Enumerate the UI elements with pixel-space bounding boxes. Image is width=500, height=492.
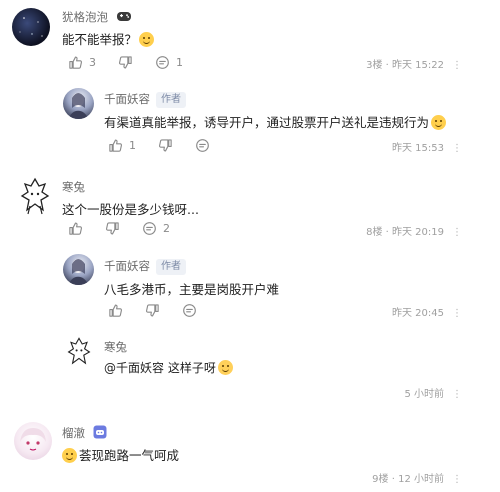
comment-meta: 5 小时前 ⋮ xyxy=(404,385,462,400)
comment-text: @千面妖容 这样子呀 xyxy=(104,359,233,376)
avatar[interactable] xyxy=(63,88,94,119)
avatar[interactable] xyxy=(14,422,52,460)
username-label[interactable]: 千面妖容 xyxy=(104,92,150,106)
thumb-down-icon xyxy=(145,303,160,318)
username-label[interactable]: 千面妖容 xyxy=(104,259,150,273)
floor-number: 3楼 xyxy=(366,60,383,71)
like-button[interactable]: 3 xyxy=(68,55,96,70)
author-tag: 作者 xyxy=(156,258,186,275)
avatar[interactable] xyxy=(20,176,50,216)
username[interactable]: 千面妖容 作者 xyxy=(104,91,186,108)
comment-text: 有渠道真能举报，诱导开户，通过股票开户送礼是违规行为 xyxy=(104,112,447,131)
comment-bubble-icon xyxy=(195,138,210,153)
comment-meta: 9楼 · 12 小时前 ⋮ xyxy=(372,474,462,485)
username[interactable]: 犹格泡泡 xyxy=(62,9,132,26)
comment-text: 八毛多港币，主要是岗股开户难 xyxy=(104,279,279,298)
thumb-up-icon xyxy=(68,221,83,236)
author-tag: 作者 xyxy=(156,91,186,108)
thumb-up-icon xyxy=(108,303,123,318)
reply-button[interactable]: 2 xyxy=(142,221,170,236)
thumb-up-icon xyxy=(108,138,123,153)
avatar[interactable] xyxy=(12,8,50,46)
comment-time: 昨天 15:53 xyxy=(392,143,444,154)
comment-text: 荟现跑路一气呵成 xyxy=(62,445,179,464)
username[interactable]: 寒兔 xyxy=(62,179,85,195)
reply-item: 千面妖容 作者 八毛多港币，主要是岗股开户难 昨天 20:45 ⋮ xyxy=(0,248,500,323)
reply-item: 寒兔 @千面妖容 这样子呀 5 小时前 ⋮ xyxy=(0,330,500,405)
more-menu-icon[interactable]: ⋮ xyxy=(452,60,462,71)
user-badge-icon xyxy=(93,425,107,442)
emoji-icon xyxy=(431,115,447,130)
reply-count: 1 xyxy=(176,55,183,69)
comment-meta: 昨天 15:53 ⋮ xyxy=(392,139,462,154)
comment-actions: 3 1 xyxy=(68,53,205,71)
dislike-button[interactable] xyxy=(118,55,133,70)
thumb-down-icon xyxy=(105,221,120,236)
emoji-icon xyxy=(139,32,155,47)
reply-button[interactable] xyxy=(195,138,210,153)
comment-item: 犹格泡泡 能不能举报？ 3 1 3楼 · 昨天 15:22 ⋮ xyxy=(0,0,500,80)
comment-text: 这个一股份是多少钱呀... xyxy=(62,199,199,218)
mention-link[interactable]: @千面妖容 xyxy=(104,361,164,375)
comment-meta: 3楼 · 昨天 15:22 ⋮ xyxy=(366,60,462,71)
like-button[interactable] xyxy=(108,303,123,318)
game-controller-icon xyxy=(116,9,132,26)
username[interactable]: 寒兔 xyxy=(104,339,127,355)
username[interactable]: 千面妖容 作者 xyxy=(104,258,186,275)
more-menu-icon[interactable]: ⋮ xyxy=(452,227,462,238)
comment-time: 5 小时前 xyxy=(404,389,444,400)
reply-item: 千面妖容 作者 有渠道真能举报，诱导开户，通过股票开户送礼是违规行为 1 昨天 1… xyxy=(0,80,500,160)
comment-meta: 8楼 · 昨天 20:19 ⋮ xyxy=(366,227,462,238)
comment-text-content: 这个一股份是多少钱呀... xyxy=(62,202,199,217)
dislike-button[interactable] xyxy=(158,138,173,153)
comment-time: 昨天 15:22 xyxy=(392,60,444,71)
comment-bubble-icon xyxy=(182,303,197,318)
emoji-icon xyxy=(62,448,77,463)
username-label[interactable]: 寒兔 xyxy=(62,180,85,194)
comment-actions: 1 xyxy=(108,136,232,154)
comment-text-content: 荟现跑路一气呵成 xyxy=(79,448,180,463)
username[interactable]: 榴澈 xyxy=(62,425,107,442)
more-menu-icon[interactable]: ⋮ xyxy=(452,389,462,400)
avatar[interactable] xyxy=(63,254,94,285)
comment-bubble-icon xyxy=(155,55,170,70)
comment-text-content: 八毛多港币，主要是岗股开户难 xyxy=(104,282,280,297)
username-label[interactable]: 犹格泡泡 xyxy=(62,10,108,24)
username-label[interactable]: 榴澈 xyxy=(62,426,85,440)
comment-text: 能不能举报？ xyxy=(62,29,155,48)
emoji-icon xyxy=(217,360,233,375)
like-button[interactable] xyxy=(68,221,83,236)
thumb-down-icon xyxy=(118,55,133,70)
comment-bubble-icon xyxy=(142,221,157,236)
more-menu-icon[interactable]: ⋮ xyxy=(452,143,462,154)
comment-time: 昨天 20:19 xyxy=(392,227,444,238)
avatar[interactable] xyxy=(67,336,91,368)
comment-actions xyxy=(108,301,219,319)
floor-number: 8楼 xyxy=(366,227,383,238)
comment-meta: 昨天 20:45 ⋮ xyxy=(392,304,462,319)
like-count: 3 xyxy=(89,55,96,69)
reply-button[interactable] xyxy=(182,303,197,318)
comment-text-content: 能不能举报？ xyxy=(62,32,138,47)
username-label[interactable]: 寒兔 xyxy=(104,340,127,354)
comment-text-content: 这样子呀 xyxy=(164,361,216,375)
dislike-button[interactable] xyxy=(145,303,160,318)
reply-button[interactable]: 1 xyxy=(155,55,183,70)
comment-time: 昨天 20:45 xyxy=(392,308,444,319)
like-count: 1 xyxy=(129,138,136,152)
comment-item: 寒兔 这个一股份是多少钱呀... 2 8楼 · 昨天 20:19 ⋮ xyxy=(0,168,500,248)
comment-actions: 2 xyxy=(68,219,192,237)
comment-item: 榴澈 荟现跑路一气呵成 9楼 · 12 小时前 ⋮ xyxy=(0,416,500,492)
more-menu-icon[interactable]: ⋮ xyxy=(452,474,462,485)
thumb-down-icon xyxy=(158,138,173,153)
comment-text-content: 有渠道真能举报，诱导开户，通过股票开户送礼是违规行为 xyxy=(104,115,430,130)
more-menu-icon[interactable]: ⋮ xyxy=(452,308,462,319)
comment-time: 12 小时前 xyxy=(398,474,444,485)
floor-number: 9楼 xyxy=(372,474,389,485)
reply-count: 2 xyxy=(163,221,170,235)
dislike-button[interactable] xyxy=(105,221,120,236)
like-button[interactable]: 1 xyxy=(108,138,136,153)
thumb-up-icon xyxy=(68,55,83,70)
